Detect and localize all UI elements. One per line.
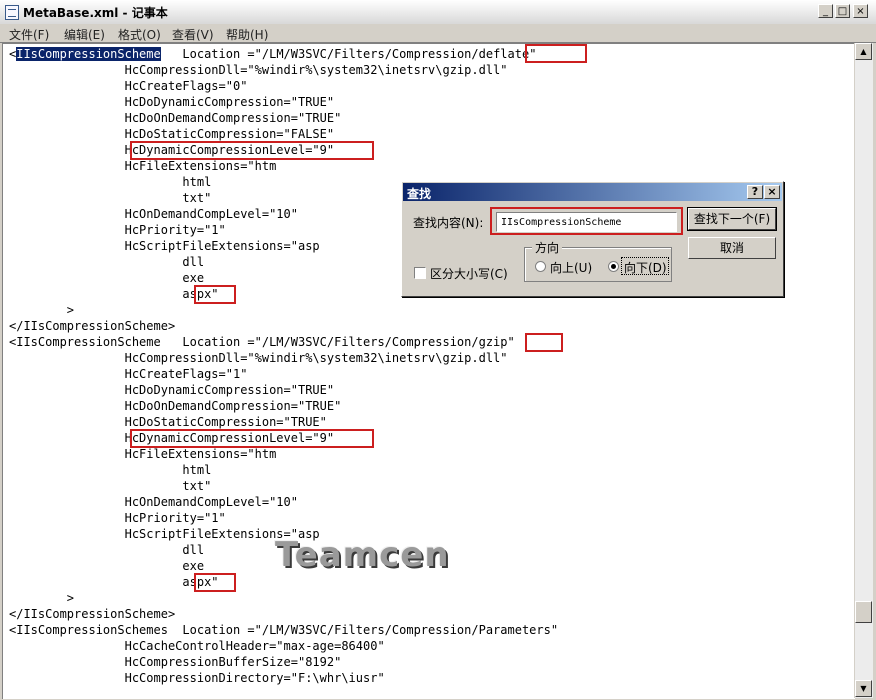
vertical-scrollbar[interactable]: ▲ ▼ [854, 43, 873, 698]
maximize-button[interactable]: □ [835, 4, 850, 18]
code-line: HcDoDynamicCompression="TRUE" [9, 95, 335, 109]
notepad-icon[interactable] [5, 5, 19, 20]
direction-label: 方向 [532, 239, 563, 256]
scroll-down-icon[interactable]: ▼ [855, 680, 872, 697]
window-title: MetaBase.xml - 记事本 [23, 6, 168, 20]
title-bar[interactable]: MetaBase.xml - 记事本 _ □ × [0, 0, 876, 25]
code-line: HcDoOnDemandCompression="TRUE" [9, 111, 342, 125]
watermark-logo: Teamcen [275, 535, 450, 575]
highlight-find-input [490, 207, 683, 235]
code-line: > [9, 591, 75, 605]
close-button[interactable]: × [853, 4, 868, 18]
menu-help[interactable]: 帮助(H) [226, 26, 268, 43]
notepad-window: MetaBase.xml - 记事本 _ □ × 文件(F) 编辑(E) 格式(… [0, 0, 876, 700]
find-what-label: 查找内容(N): [413, 216, 484, 230]
direction-focus-rect [621, 257, 669, 275]
code-line: HcCacheControlHeader="max-age=86400" [9, 639, 385, 653]
code-line: > [9, 303, 75, 317]
code-line: HcOnDemandCompLevel="10" [9, 495, 298, 509]
code-line: aspx" [9, 575, 219, 589]
direction-up-label[interactable]: 向上(U) [550, 259, 592, 276]
minimize-button[interactable]: _ [818, 4, 833, 18]
code-line: HcDoOnDemandCompression="TRUE" [9, 399, 342, 413]
code-line: HcDoDynamicCompression="TRUE" [9, 383, 335, 397]
code-line: html [9, 463, 212, 477]
menu-file[interactable]: 文件(F) [9, 26, 49, 43]
find-next-button[interactable]: 查找下一个(F) [688, 208, 776, 230]
code-line: <IIsCompressionScheme Location ="/LM/W3S… [9, 335, 515, 349]
highlight-dynamic-level-2 [130, 429, 374, 448]
direction-up-radio[interactable] [535, 261, 546, 272]
scroll-thumb[interactable] [855, 601, 872, 623]
menu-edit[interactable]: 编辑(E) [64, 26, 105, 43]
code-line: HcFileExtensions="htm [9, 159, 277, 173]
selected-text: IIsCompressionScheme [16, 47, 161, 61]
match-case-checkbox[interactable] [414, 267, 426, 279]
direction-down-radio[interactable] [608, 261, 619, 272]
code-line: HcPriority="1" [9, 511, 226, 525]
find-dialog-title-bar[interactable]: 查找 ? × [403, 183, 782, 201]
cancel-button[interactable]: 取消 [688, 237, 776, 259]
find-dialog-title: 查找 [407, 187, 432, 201]
code-line: <IIsCompressionSchemes Location ="/LM/W3… [9, 623, 559, 637]
code-line: </IIsCompressionScheme> [9, 607, 176, 621]
code-line: HcCreateFlags="0" [9, 79, 248, 93]
menu-bar: 文件(F) 编辑(E) 格式(O) 查看(V) 帮助(H) [0, 24, 876, 43]
code-line: HcCompressionDll="%windir%\system32\inet… [9, 63, 508, 77]
dialog-close-icon[interactable]: × [764, 185, 780, 199]
code-line: HcCreateFlags="1" [9, 367, 248, 381]
highlight-aspx-1 [194, 285, 236, 304]
menu-view[interactable]: 查看(V) [172, 26, 214, 43]
code-line: </IIsCompressionScheme> [9, 319, 176, 333]
find-dialog: 查找 ? × 查找内容(N): 查找下一个(F) 取消 区分大小写(C) 方向 … [401, 181, 784, 297]
code-line: <IIsCompressionScheme Location ="/LM/W3S… [9, 47, 537, 61]
highlight-deflate [525, 44, 587, 63]
code-line: HcCompressionBufferSize="8192" [9, 655, 342, 669]
highlight-gzip [525, 333, 563, 352]
highlight-dynamic-level-1 [130, 141, 374, 160]
text-editor-area[interactable]: <IIsCompressionScheme Location ="/LM/W3S… [2, 43, 855, 699]
code-line: txt" [9, 479, 212, 493]
code-line: HcCompressionDirectory="F:\whr\iusr" [9, 671, 385, 685]
code-line: HcDoStaticCompression="FALSE" [9, 127, 335, 141]
code-line: HcFileExtensions="htm [9, 447, 277, 461]
code-line: HcDoStaticCompression="TRUE" [9, 415, 327, 429]
scroll-up-icon[interactable]: ▲ [855, 43, 872, 60]
help-icon[interactable]: ? [747, 185, 763, 199]
menu-format[interactable]: 格式(O) [118, 26, 161, 43]
highlight-aspx-2 [194, 573, 236, 592]
code-line: HcCompressionDll="%windir%\system32\inet… [9, 351, 508, 365]
match-case-label[interactable]: 区分大小写(C) [430, 265, 508, 282]
